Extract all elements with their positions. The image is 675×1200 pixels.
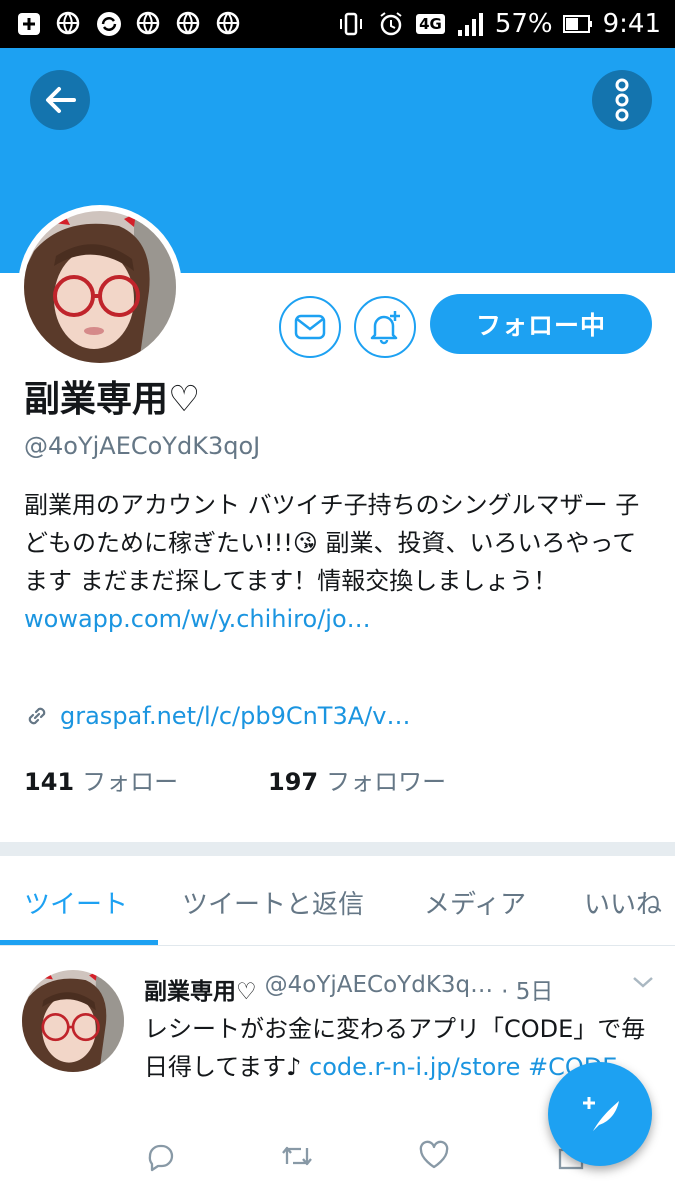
- followers-count[interactable]: 197 フォロワー: [268, 762, 446, 797]
- tweet-avatar[interactable]: [22, 970, 124, 1072]
- tweet-link[interactable]: code.r-n-i.jp/store: [309, 1053, 520, 1081]
- tweet-menu-button[interactable]: [632, 974, 654, 993]
- profile-handle: @4oYjAECoYdK3qoJ: [24, 432, 261, 460]
- bell-plus-icon: [370, 311, 400, 345]
- battery-percent: 57%: [494, 9, 553, 39]
- followers-label: フォロワー: [326, 768, 447, 796]
- chevron-down-icon: [633, 977, 653, 988]
- avatar-photo: [22, 970, 124, 1072]
- network-type: 4G: [416, 14, 445, 34]
- reply-icon: [148, 1144, 174, 1172]
- profile-bio: 副業用のアカウント バツイチ子持ちのシングルマザー 子どものために稼ぎたい!!!…: [24, 486, 654, 638]
- follow-counts: 141 フォロー 197 フォロワー: [24, 762, 446, 797]
- tweet-author-name[interactable]: 副業専用♡: [144, 972, 257, 1006]
- tab-media[interactable]: メディア: [424, 884, 526, 921]
- tab-tweets[interactable]: ツイート: [24, 884, 128, 921]
- alarm-icon: [376, 9, 406, 39]
- tweet-header: 副業専用♡ @4oYjAECoYdK3q… · 5日: [144, 972, 553, 1006]
- bio-text: 副業用のアカウント バツイチ子持ちのシングルマザー 子どものために稼ぎたい!!!…: [24, 491, 640, 595]
- arrow-left-icon: [46, 87, 76, 113]
- profile-url-text: graspaf.net/l/c/pb9CnT3A/v…: [60, 702, 411, 730]
- message-button[interactable]: [279, 296, 341, 358]
- retweet-button[interactable]: [280, 1140, 314, 1174]
- profile-url[interactable]: graspaf.net/l/c/pb9CnT3A/v…: [24, 702, 410, 730]
- followers-number: 197: [268, 768, 319, 796]
- reply-button[interactable]: [144, 1140, 178, 1174]
- sync-icon: [94, 9, 124, 39]
- like-button[interactable]: [418, 1140, 452, 1174]
- add-notification-icon: [14, 9, 44, 39]
- profile-tabs: ツイート ツイートと返信 メディア いいね: [0, 856, 675, 946]
- following-label: フォロー: [82, 768, 179, 796]
- bio-link[interactable]: wowapp.com/w/y.chihiro/jo…: [24, 605, 371, 633]
- browser-icon: [134, 9, 164, 39]
- compose-feather-icon: [583, 1097, 619, 1131]
- browser-icon: [174, 9, 204, 39]
- tweet-time: · 5日: [501, 979, 554, 1005]
- more-options-button[interactable]: [592, 70, 652, 130]
- avatar-photo: [24, 211, 176, 363]
- retweet-icon: [282, 1146, 312, 1166]
- profile-avatar[interactable]: [18, 205, 182, 369]
- clock: 9:41: [602, 9, 661, 39]
- vibrate-icon: [336, 9, 366, 39]
- link-icon: [28, 707, 46, 725]
- heart-icon: [419, 1140, 449, 1169]
- status-bar: 4G 57% 9:41: [0, 0, 675, 48]
- tweet-actions: [144, 1140, 614, 1176]
- tweet-author-handle[interactable]: @4oYjAECoYdK3q…: [265, 972, 494, 1006]
- section-divider: [0, 842, 675, 856]
- compose-tweet-button[interactable]: [548, 1062, 652, 1166]
- back-button[interactable]: [30, 70, 90, 130]
- following-number: 141: [24, 768, 75, 796]
- more-vertical-icon: [615, 78, 629, 122]
- notifications-button[interactable]: [354, 296, 416, 358]
- signal-icon: [455, 9, 485, 39]
- active-tab-indicator: [0, 940, 158, 945]
- tab-tweets-and-replies[interactable]: ツイートと返信: [182, 884, 364, 921]
- battery-icon: [562, 9, 593, 39]
- tab-likes[interactable]: いいね: [584, 884, 662, 921]
- profile-display-name: 副業専用♡: [24, 379, 201, 420]
- browser-icon: [54, 9, 84, 39]
- following-count[interactable]: 141 フォロー: [24, 762, 268, 797]
- browser-icon: [214, 9, 244, 39]
- following-button[interactable]: フォロー中: [430, 294, 652, 354]
- mail-icon: [294, 314, 326, 340]
